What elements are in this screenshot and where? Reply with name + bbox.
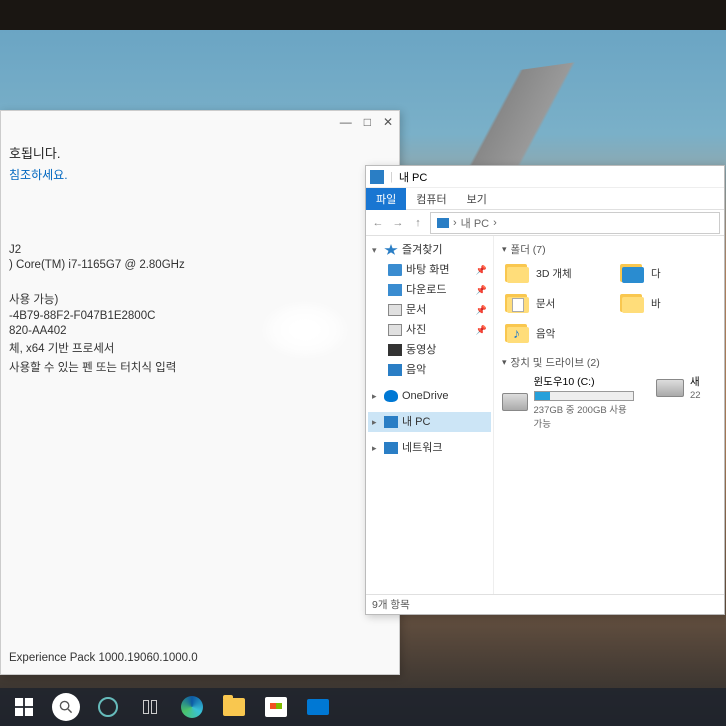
drive-icon (502, 393, 528, 411)
folder-icon (502, 291, 530, 315)
this-pc-icon (437, 218, 449, 228)
search-icon (52, 693, 80, 721)
nav-onedrive[interactable]: ▸ OneDrive (368, 386, 491, 406)
document-icon (388, 304, 402, 316)
spec-touch: 사용할 수 있는 펜 또는 터치식 입력 (9, 359, 391, 375)
nav-up-button[interactable]: ↑ (410, 217, 426, 229)
folder-icon (502, 321, 530, 345)
pc-icon (384, 416, 398, 428)
store-icon (265, 697, 287, 717)
video-icon (388, 344, 402, 356)
drive-usage-bar (534, 391, 634, 401)
tab-view[interactable]: 보기 (457, 188, 497, 210)
spec-device-id: -4B79-88F2-F047B1E2800C (9, 310, 391, 322)
content-pane: ▾폴더 (7) 3D 개체 다 문서 (494, 236, 724, 594)
windows-icon (15, 698, 33, 716)
folder-icon (502, 261, 530, 285)
cortana-icon (98, 697, 118, 717)
edge-button[interactable] (172, 691, 212, 723)
nav-this-pc[interactable]: ▸ 내 PC (368, 412, 491, 432)
explorer-button[interactable] (214, 691, 254, 723)
network-icon (384, 442, 398, 454)
mail-icon (307, 699, 329, 715)
music-icon (388, 364, 402, 376)
download-icon (388, 284, 402, 296)
settings-link[interactable]: 침조하세요. (9, 166, 391, 183)
nav-network[interactable]: ▸ 네트워크 (368, 438, 491, 458)
desktop-icon (388, 264, 402, 276)
edge-icon (181, 696, 203, 718)
start-button[interactable] (4, 691, 44, 723)
taskbar (0, 688, 726, 726)
spec-arch: 체, x64 기반 프로세서 (9, 340, 391, 356)
nav-quick-access[interactable]: ▾ 즐겨찾기 (368, 240, 491, 260)
drive-c[interactable]: 윈도우10 (C:) 237GB 중 200GB 사용 가능 (502, 374, 636, 430)
tab-file[interactable]: 파일 (366, 188, 406, 210)
folder-3d-objects[interactable]: 3D 개체 (502, 261, 597, 285)
nav-music[interactable]: 음악 (368, 360, 491, 380)
nav-back-button[interactable]: ← (370, 217, 386, 229)
settings-heading: 호됩니다. (9, 143, 391, 162)
picture-icon (388, 324, 402, 336)
navigation-pane: ▾ 즐겨찾기 바탕 화면📌 다운로드📌 문서📌 사진📌 (366, 236, 494, 594)
address-bar[interactable]: › 내 PC › (430, 212, 720, 234)
nav-downloads[interactable]: 다운로드📌 (368, 280, 491, 300)
spec-product-id: 820-AA402 (9, 325, 391, 337)
minimize-button[interactable]: — (340, 115, 352, 129)
folder-music[interactable]: 음악 (502, 321, 597, 345)
status-bar: 9개 항목 (366, 594, 724, 614)
spec-cpu: ) Core(TM) i7-1165G7 @ 2.80GHz (9, 259, 391, 271)
explorer-titlebar[interactable]: | 내 PC (366, 166, 724, 188)
close-button[interactable]: ✕ (383, 115, 393, 129)
folder-downloads[interactable]: 다 (617, 261, 712, 285)
nav-documents[interactable]: 문서📌 (368, 300, 491, 320)
window-title: 내 PC (399, 169, 427, 185)
nav-pictures[interactable]: 사진📌 (368, 320, 491, 340)
group-drives[interactable]: ▾장치 및 드라이브 (2) (502, 355, 716, 370)
spec-line: 사용 가능) (9, 291, 391, 307)
settings-window: — □ ✕ 호됩니다. 침조하세요. J2 ) Core(TM) i7-1165… (0, 110, 400, 675)
cortana-button[interactable] (88, 691, 128, 723)
folder-icon (617, 291, 645, 315)
mail-button[interactable] (298, 691, 338, 723)
file-explorer-window: | 내 PC 파일 컴퓨터 보기 ← → ↑ › 내 PC › ▾ 즐겨찾 (365, 165, 725, 615)
spec-line: J2 (9, 244, 391, 256)
drive-d[interactable]: 새 22 (656, 374, 716, 430)
nav-videos[interactable]: 동영상 (368, 340, 491, 360)
search-button[interactable] (46, 691, 86, 723)
folder-desktop[interactable]: 바 (617, 291, 712, 315)
task-view-button[interactable] (130, 691, 170, 723)
nav-desktop[interactable]: 바탕 화면📌 (368, 260, 491, 280)
this-pc-icon (370, 170, 384, 184)
tab-computer[interactable]: 컴퓨터 (406, 188, 456, 210)
folder-documents[interactable]: 문서 (502, 291, 597, 315)
drive-icon (656, 379, 684, 397)
folder-icon (617, 261, 645, 285)
desktop-wallpaper: — □ ✕ 호됩니다. 침조하세요. J2 ) Core(TM) i7-1165… (0, 30, 726, 726)
group-folders[interactable]: ▾폴더 (7) (502, 242, 716, 257)
task-view-icon (143, 700, 157, 714)
cloud-icon (384, 390, 398, 402)
folder-icon (223, 698, 245, 716)
maximize-button[interactable]: □ (364, 115, 371, 129)
star-icon (384, 244, 398, 256)
store-button[interactable] (256, 691, 296, 723)
nav-forward-button[interactable]: → (390, 217, 406, 229)
experience-pack: Experience Pack 1000.19060.1000.0 (9, 652, 198, 664)
